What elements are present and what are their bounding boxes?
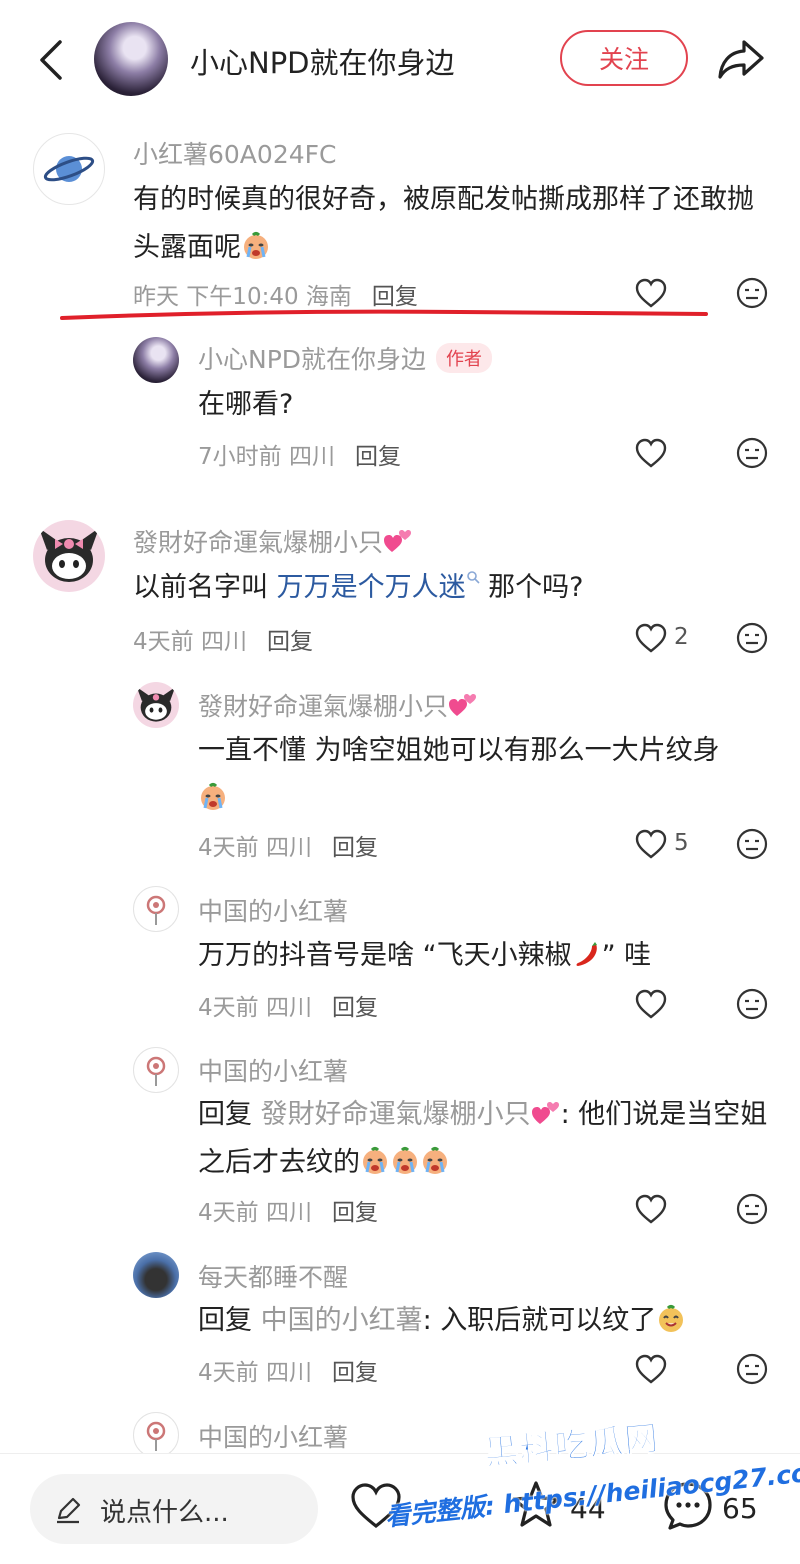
neutral-face-icon[interactable] (736, 828, 768, 860)
neutral-face-icon[interactable] (736, 1353, 768, 1385)
reply-button[interactable]: 回复 (267, 629, 313, 655)
author-badge: 作者 (436, 343, 493, 373)
comment-input-placeholder: 说点什么... (100, 1498, 229, 1528)
reply-button[interactable]: 回复 (332, 995, 378, 1021)
comment-input[interactable]: 说点什么... (30, 1474, 318, 1544)
crying-face-emoji-icon (244, 232, 268, 259)
reply-prefix: 回复 (198, 1305, 261, 1336)
back-arrow-icon[interactable] (32, 38, 72, 82)
comment-text: 万万的抖音号是啥 “飞天小辣椒 ” 哇 (198, 932, 768, 980)
follow-button[interactable]: 关注 (560, 30, 688, 86)
comment-username[interactable]: 每天都睡不醒 (198, 1258, 348, 1294)
comment-username: 小心NPD就在你身边 作者 (198, 340, 493, 376)
comment-username: 發財好命運氣爆棚小只 (133, 523, 413, 559)
comment-text: 在哪看? (198, 389, 294, 420)
comment-text-body: 有的时候真的很好奇，被原配发帖撕成那样了还敢抛头露面呢 (133, 184, 754, 263)
mention-link[interactable]: 中国的小红薯 (261, 1305, 423, 1336)
mention-link[interactable]: 發財好命運氣爆棚小只 (261, 1099, 531, 1130)
comment-text-body: 以前名字叫 (133, 572, 277, 603)
neutral-face-icon[interactable] (736, 988, 768, 1020)
comment-username-text[interactable]: 發財好命運氣爆棚小只 (133, 528, 383, 557)
avatar[interactable] (33, 520, 105, 592)
reply-button[interactable]: 回复 (332, 1200, 378, 1226)
heart-icon[interactable] (634, 828, 668, 860)
comment-time: 4天前 四川 (198, 995, 312, 1021)
author-avatar[interactable] (94, 22, 168, 96)
avatar[interactable] (133, 1047, 179, 1093)
comment-text-body: 万万的抖音号是啥 “飞天小辣椒 (198, 940, 572, 971)
avatar[interactable] (133, 682, 179, 728)
heart-icon[interactable] (634, 1353, 668, 1385)
neutral-face-icon[interactable] (736, 1193, 768, 1225)
chili-pepper-emoji-icon (576, 942, 597, 966)
crying-face-emoji-icon (393, 1147, 417, 1174)
reply-username[interactable]: 小心NPD就在你身边 (198, 345, 426, 374)
comment-username[interactable]: 中国的小红薯 (198, 1418, 348, 1454)
comment-text-tail: ” 哇 (601, 940, 652, 971)
author-name[interactable]: 小心NPD就在你身边 (190, 40, 455, 82)
reply-username[interactable]: 發財好命運氣爆棚小只 (198, 692, 448, 721)
reply-button[interactable]: 回复 (355, 444, 401, 470)
comment-text-body: 一直不懂 为啥空姐她可以有那么一大片纹身 (198, 735, 720, 766)
avatar[interactable] (133, 1252, 179, 1298)
search-link[interactable]: 万万是个万人迷 (277, 572, 466, 603)
two-hearts-emoji-icon (531, 1102, 559, 1124)
two-hearts-emoji-icon (449, 694, 477, 716)
like-count: 5 (674, 830, 689, 856)
pencil-icon (57, 1497, 81, 1524)
comment-username[interactable]: 小红薯60A024FC (133, 135, 336, 171)
reply-button[interactable]: 回复 (332, 835, 378, 861)
neutral-face-icon[interactable] (736, 622, 768, 654)
search-icon (466, 571, 480, 584)
comment-meta: 4天前 四川 回复 (198, 828, 378, 862)
comment-time: 7小时前 四川 (198, 444, 335, 470)
comment-time: 4天前 四川 (133, 629, 247, 655)
neutral-face-icon[interactable] (736, 437, 768, 469)
comment-text: 回复 中国的小红薯: 入职后就可以纹了 (198, 1297, 768, 1345)
crying-face-emoji-icon (423, 1147, 447, 1174)
share-icon[interactable] (716, 36, 766, 82)
comment-username[interactable]: 中国的小红薯 (198, 1052, 348, 1088)
comment-time: 4天前 四川 (198, 1200, 312, 1226)
two-hearts-emoji-icon (384, 530, 412, 552)
comment-username: 發財好命運氣爆棚小只 (198, 687, 478, 723)
comment-text: 以前名字叫 万万是个万人迷 那个吗? (133, 564, 773, 612)
comment-time: 4天前 四川 (198, 835, 312, 861)
comment-meta: 4天前 四川 回复 (198, 988, 378, 1022)
red-underline-annotation (60, 309, 708, 320)
smiling-face-emoji-icon (659, 1305, 684, 1332)
planet-icon (43, 156, 95, 182)
avatar[interactable] (133, 886, 179, 932)
comment-text: 回复 發財好命運氣爆棚小只: 他们说是当空姐之后才去纹的 (198, 1091, 768, 1187)
crying-face-emoji-icon (201, 783, 225, 810)
lollipop-icon (146, 1421, 166, 1451)
crying-face-emoji-icon (363, 1147, 387, 1174)
heart-icon[interactable] (634, 622, 668, 654)
reply-button[interactable]: 回复 (332, 1360, 378, 1386)
comment-text: 有的时候真的很好奇，被原配发帖撕成那样了还敢抛头露面呢 (133, 176, 773, 272)
avatar[interactable] (133, 337, 179, 383)
comment-meta: 7小时前 四川 回复 (198, 437, 401, 471)
lollipop-icon (146, 895, 166, 925)
avatar[interactable] (133, 1412, 179, 1458)
comment-time: 4天前 四川 (198, 1360, 312, 1386)
neutral-face-icon[interactable] (736, 277, 768, 309)
lollipop-icon (146, 1056, 166, 1086)
avatar[interactable] (33, 133, 105, 205)
reply-prefix: 回复 (198, 1099, 261, 1130)
comment-username[interactable]: 中国的小红薯 (198, 892, 348, 928)
like-count: 2 (674, 624, 689, 650)
comment-text-body: : 入职后就可以纹了 (422, 1305, 657, 1336)
comment-meta: 4天前 四川 回复 (198, 1353, 378, 1387)
kuromi-avatar-icon (39, 528, 99, 582)
heart-icon[interactable] (634, 1193, 668, 1225)
comment-meta: 4天前 四川 回复 (133, 622, 313, 656)
heart-icon[interactable] (634, 988, 668, 1020)
heart-icon[interactable] (634, 437, 668, 469)
comment-text: 一直不懂 为啥空姐她可以有那么一大片纹身 (198, 727, 768, 823)
kuromi-avatar-icon (136, 687, 176, 722)
comment-meta: 4天前 四川 回复 (198, 1193, 378, 1227)
top-bar: 小心NPD就在你身边 关注 (0, 0, 800, 120)
comment-text-tail: 那个吗? (479, 572, 584, 603)
